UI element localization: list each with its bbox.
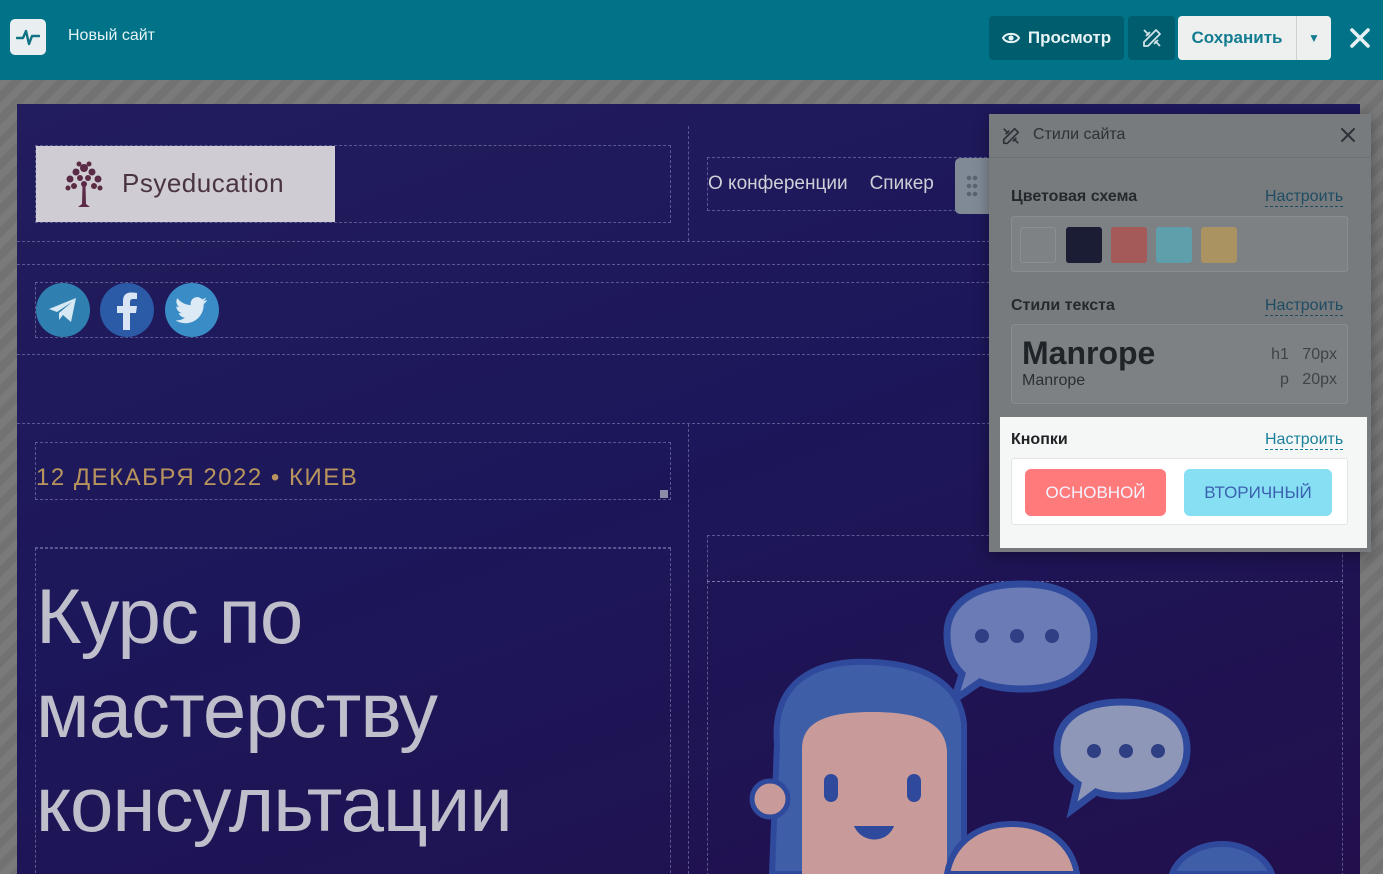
facebook-button[interactable] xyxy=(100,283,154,337)
heading-font-preview: Manrope xyxy=(1022,335,1156,371)
eye-icon xyxy=(1001,32,1020,44)
nav-item-speakers[interactable]: Спикер xyxy=(870,173,934,195)
color-swatches[interactable] xyxy=(1011,216,1348,272)
resize-handle[interactable] xyxy=(660,490,668,498)
buttons-preview: ОСНОВНОЙ ВТОРИЧНЫЙ xyxy=(1011,458,1348,525)
h1-tag: h1 xyxy=(1271,346,1289,363)
panel-header: Стили сайта xyxy=(989,114,1371,158)
app-logo-button[interactable] xyxy=(10,19,46,55)
twitter-icon xyxy=(176,297,207,324)
person-icon xyxy=(749,658,967,874)
guide-line xyxy=(688,424,689,874)
person-icon xyxy=(943,820,1276,874)
preview-button[interactable]: Просмотр xyxy=(989,16,1124,60)
h1-size: 70px xyxy=(1302,346,1337,363)
panel-drag-handle[interactable] xyxy=(955,158,989,214)
chat-bubble-icon xyxy=(1053,698,1191,819)
color-scheme-title: Цветовая схема xyxy=(1011,188,1138,205)
primary-button-preview[interactable]: ОСНОВНОЙ xyxy=(1025,469,1166,516)
color-scheme-configure-link[interactable]: Настроить xyxy=(1265,188,1344,207)
save-button[interactable]: Сохранить xyxy=(1178,16,1296,60)
telegram-button[interactable] xyxy=(36,283,90,337)
preview-label: Просмотр xyxy=(1027,28,1112,47)
top-toolbar: Новый сайт Просмотр Сохранить ▼ xyxy=(0,0,1383,80)
color-swatch[interactable] xyxy=(1111,227,1147,263)
text-styles-configure-link[interactable]: Настроить xyxy=(1265,297,1344,316)
drag-dots-icon xyxy=(966,175,978,197)
design-tools-icon xyxy=(1142,29,1161,47)
buttons-section: Кнопки Настроить ОСНОВНОЙ ВТОРИЧНЫЙ xyxy=(1000,417,1367,548)
event-date[interactable]: 12 ДЕКАБРЯ 2022 • КИЕВ xyxy=(36,464,358,492)
telegram-icon xyxy=(49,298,76,322)
close-icon xyxy=(1350,28,1370,48)
p-size-label: p 20px xyxy=(1280,371,1337,389)
site-logo[interactable]: Psyeducation xyxy=(36,146,335,222)
buttons-configure-link[interactable]: Настроить xyxy=(1265,431,1344,450)
tree-icon xyxy=(65,161,103,207)
site-name: Новый сайт xyxy=(68,27,155,44)
color-swatch[interactable] xyxy=(1020,227,1056,263)
chat-bubble-icon xyxy=(943,580,1098,709)
color-swatch[interactable] xyxy=(1201,227,1237,263)
people-chat-illustration[interactable] xyxy=(732,574,1352,874)
h1-size-label: h1 70px xyxy=(1271,346,1337,364)
pulse-icon xyxy=(16,29,40,46)
nav-item-about[interactable]: О конференции xyxy=(708,173,848,195)
guide-line xyxy=(688,126,689,241)
text-styles-title: Стили текста xyxy=(1011,297,1115,314)
color-swatch[interactable] xyxy=(1066,227,1102,263)
brand-name: Psyeducation xyxy=(122,168,285,198)
caret-down-icon: ▼ xyxy=(1308,31,1320,45)
site-styles-button[interactable] xyxy=(1128,16,1175,60)
body-font-preview: Manrope xyxy=(1022,372,1086,389)
facebook-icon xyxy=(117,292,137,330)
buttons-title: Кнопки xyxy=(1011,431,1068,448)
close-icon[interactable] xyxy=(1339,126,1357,144)
design-tools-icon xyxy=(1002,127,1020,145)
twitter-button[interactable] xyxy=(165,283,219,337)
secondary-button-preview[interactable]: ВТОРИЧНЫЙ xyxy=(1184,469,1332,516)
save-dropdown-button[interactable]: ▼ xyxy=(1296,16,1331,60)
text-styles-preview[interactable]: Manrope Manrope h1 70px p 20px xyxy=(1011,324,1348,404)
color-swatch[interactable] xyxy=(1156,227,1192,263)
panel-title: Стили сайта xyxy=(1033,126,1126,143)
p-tag: p xyxy=(1280,371,1289,388)
close-editor-button[interactable] xyxy=(1345,22,1375,54)
p-size: 20px xyxy=(1302,371,1337,388)
hero-title[interactable]: Курс по мастерству консультации xyxy=(36,569,676,851)
